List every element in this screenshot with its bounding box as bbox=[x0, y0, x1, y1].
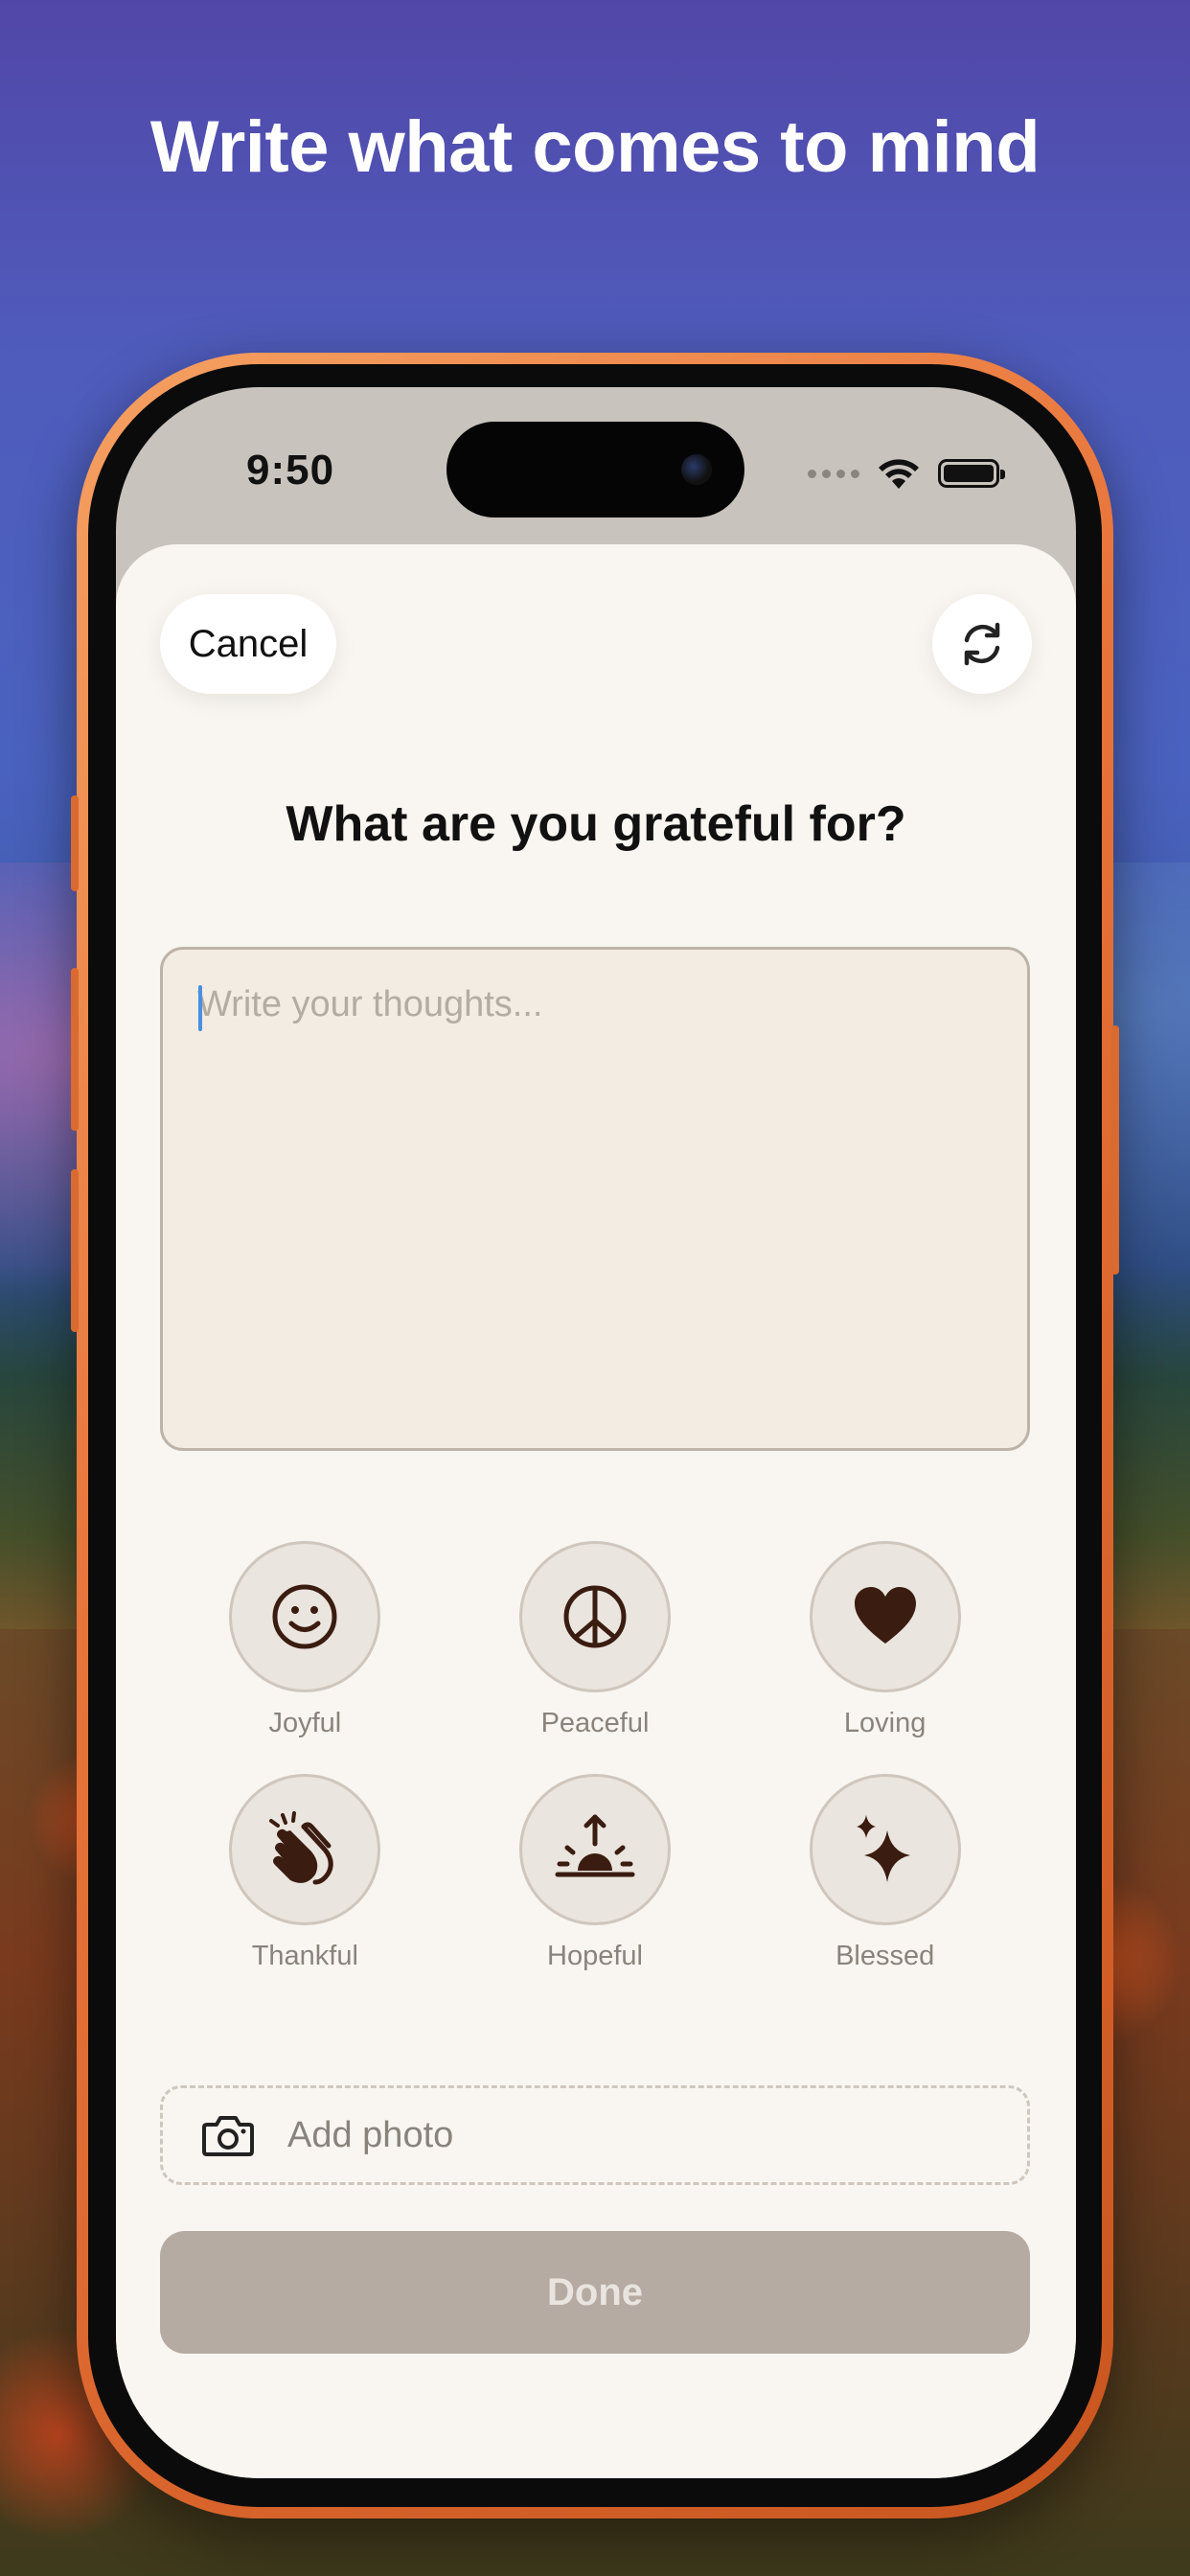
dynamic-island bbox=[446, 422, 744, 518]
mood-blessed-button[interactable] bbox=[809, 1774, 961, 1925]
mood-joyful-button[interactable] bbox=[229, 1541, 381, 1692]
phone-volume-down-button bbox=[71, 1169, 79, 1332]
front-camera bbox=[681, 454, 712, 485]
mood-label: Blessed bbox=[835, 1941, 935, 1971]
mood-label: Loving bbox=[843, 1708, 927, 1738]
status-icons bbox=[808, 454, 1005, 493]
mood-label: Peaceful bbox=[540, 1708, 650, 1738]
heart-icon bbox=[854, 1587, 916, 1644]
phone-screen: 9:50 Cancel What are you grateful for? W… bbox=[116, 387, 1076, 2478]
mood-peaceful[interactable]: Peaceful bbox=[450, 1541, 741, 1739]
phone-side-button bbox=[71, 795, 79, 891]
phone-volume-up-button bbox=[71, 968, 79, 1131]
battery-icon bbox=[938, 459, 1005, 488]
refresh-icon bbox=[964, 622, 1000, 666]
wifi-icon bbox=[879, 459, 919, 489]
journal-entry-sheet: Cancel What are you grateful for? Write … bbox=[116, 544, 1076, 2478]
camera-icon bbox=[202, 2116, 254, 2156]
sparkles-icon bbox=[856, 1815, 910, 1882]
status-time: 9:50 bbox=[246, 447, 335, 494]
thoughts-input[interactable] bbox=[160, 947, 1030, 1451]
mood-thankful-button[interactable] bbox=[229, 1774, 381, 1925]
mood-joyful[interactable]: Joyful bbox=[160, 1541, 450, 1739]
refresh-prompt-button[interactable] bbox=[932, 594, 1032, 694]
peace-icon bbox=[563, 1585, 627, 1648]
headline: Write what comes to mind bbox=[149, 106, 1041, 188]
mood-peaceful-button[interactable] bbox=[518, 1541, 671, 1692]
mood-grid: Joyful Peaceful Loving Thankful Hopeful … bbox=[160, 1541, 1030, 1972]
phone-power-button bbox=[1111, 1025, 1119, 1275]
mood-blessed[interactable]: Blessed bbox=[740, 1774, 1030, 1972]
text-caret bbox=[198, 985, 202, 1031]
mood-loving[interactable]: Loving bbox=[740, 1541, 1030, 1739]
mood-hopeful[interactable]: Hopeful bbox=[450, 1774, 741, 1972]
add-photo-label: Add photo bbox=[287, 2114, 454, 2155]
mood-hopeful-button[interactable] bbox=[518, 1774, 671, 1925]
mood-label: Hopeful bbox=[547, 1941, 643, 1971]
mood-loving-button[interactable] bbox=[809, 1541, 961, 1692]
mood-label: Thankful bbox=[251, 1941, 358, 1971]
smiley-icon bbox=[272, 1584, 337, 1649]
clapping-hands-icon bbox=[269, 1811, 334, 1885]
mood-thankful[interactable]: Thankful bbox=[160, 1774, 450, 1972]
prompt-title: What are you grateful for? bbox=[286, 796, 906, 852]
sunrise-icon bbox=[555, 1814, 635, 1877]
done-button[interactable]: Done bbox=[160, 2231, 1030, 2354]
mood-label: Joyful bbox=[268, 1708, 342, 1738]
add-photo-button[interactable]: Add photo bbox=[160, 2085, 1030, 2185]
cancel-button[interactable]: Cancel bbox=[160, 594, 336, 694]
cellular-dots-icon bbox=[808, 469, 859, 478]
